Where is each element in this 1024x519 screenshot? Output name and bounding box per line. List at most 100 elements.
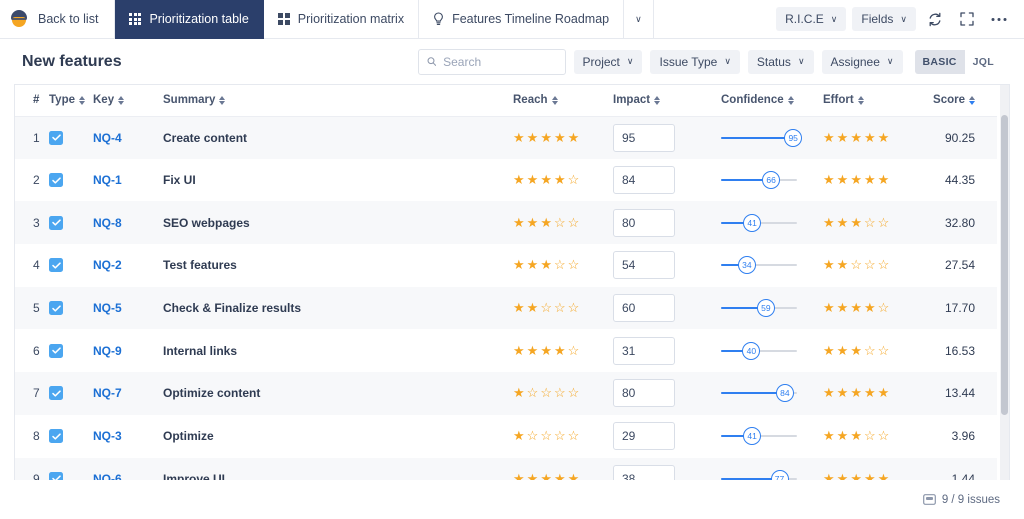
confidence-slider[interactable]: 34 bbox=[721, 255, 797, 275]
row-issue-key-link[interactable]: NQ-1 bbox=[93, 173, 122, 187]
row-effort-stars[interactable]: ★ ★ ★ ☆ ☆ bbox=[823, 216, 889, 229]
sort-icon[interactable] bbox=[551, 95, 558, 105]
star-5[interactable]: ★ bbox=[568, 131, 580, 144]
star-1[interactable]: ★ bbox=[513, 344, 525, 357]
row-impact-input[interactable] bbox=[613, 166, 675, 195]
star-5[interactable]: ☆ bbox=[568, 429, 580, 442]
row-reach-stars[interactable]: ★ ★ ★ ☆ ☆ bbox=[513, 258, 579, 271]
star-3[interactable]: ★ bbox=[850, 429, 862, 442]
star-2[interactable]: ★ bbox=[527, 131, 539, 144]
query-mode-jql[interactable]: JQL bbox=[965, 50, 1002, 74]
row-reach-stars[interactable]: ★ ★ ★ ★ ★ bbox=[513, 472, 579, 480]
filter-status-dropdown[interactable]: Status ∨ bbox=[747, 49, 814, 74]
confidence-slider[interactable]: 66 bbox=[721, 170, 797, 190]
filter-project-dropdown[interactable]: Project ∨ bbox=[573, 49, 643, 74]
row-reach-stars[interactable]: ★ ☆ ☆ ☆ ☆ bbox=[513, 429, 579, 442]
star-2[interactable]: ★ bbox=[527, 173, 539, 186]
confidence-slider[interactable]: 77 bbox=[721, 469, 797, 480]
star-1[interactable]: ★ bbox=[513, 173, 525, 186]
sort-icon[interactable] bbox=[219, 95, 226, 105]
slider-thumb[interactable]: 66 bbox=[762, 171, 781, 190]
star-4[interactable]: ★ bbox=[864, 386, 876, 399]
row-type-checkbox[interactable] bbox=[49, 301, 63, 316]
star-3[interactable]: ★ bbox=[540, 258, 552, 271]
star-5[interactable]: ★ bbox=[568, 472, 580, 480]
table-row[interactable]: 7NQ-7Optimize content★☆☆☆☆84★★★★★13.44 bbox=[15, 372, 997, 415]
star-4[interactable]: ☆ bbox=[864, 216, 876, 229]
sort-icon[interactable] bbox=[118, 95, 125, 105]
tab-features-timeline-roadmap[interactable]: Features Timeline Roadmap bbox=[419, 0, 625, 39]
star-1[interactable]: ★ bbox=[513, 216, 525, 229]
table-row[interactable]: 1NQ-4Create content★★★★★95★★★★★90.25 bbox=[15, 116, 997, 159]
column-header-impact[interactable]: Impact bbox=[613, 85, 721, 117]
row-type-checkbox[interactable] bbox=[49, 258, 63, 273]
row-reach-stars[interactable]: ★ ★ ☆ ☆ ☆ bbox=[513, 301, 579, 314]
star-2[interactable]: ★ bbox=[527, 472, 539, 480]
row-impact-input[interactable] bbox=[613, 464, 675, 480]
table-row[interactable]: 5NQ-5Check & Finalize results★★☆☆☆59★★★★… bbox=[15, 286, 997, 330]
fullscreen-icon[interactable] bbox=[954, 6, 980, 32]
star-3[interactable]: ★ bbox=[850, 173, 862, 186]
star-1[interactable]: ★ bbox=[513, 301, 525, 314]
star-1[interactable]: ★ bbox=[823, 472, 835, 480]
table-row[interactable]: 6NQ-9Internal links★★★★☆40★★★☆☆16.53 bbox=[15, 329, 997, 372]
star-3[interactable]: ★ bbox=[850, 344, 862, 357]
star-3[interactable]: ★ bbox=[850, 386, 862, 399]
row-issue-key-link[interactable]: NQ-8 bbox=[93, 216, 122, 230]
more-horizontal-icon[interactable] bbox=[986, 6, 1012, 32]
row-effort-stars[interactable]: ★ ★ ★ ☆ ☆ bbox=[823, 429, 889, 442]
row-issue-key-link[interactable]: NQ-6 bbox=[93, 472, 122, 480]
star-4[interactable]: ☆ bbox=[554, 258, 566, 271]
star-3[interactable]: ★ bbox=[540, 131, 552, 144]
row-issue-key-link[interactable]: NQ-7 bbox=[93, 386, 122, 400]
sort-icon[interactable] bbox=[654, 95, 661, 105]
star-3[interactable]: ★ bbox=[850, 472, 862, 480]
row-type-checkbox[interactable] bbox=[49, 130, 63, 145]
star-1[interactable]: ★ bbox=[513, 472, 525, 480]
query-mode-basic[interactable]: BASIC bbox=[914, 49, 965, 74]
star-3[interactable]: ☆ bbox=[540, 429, 552, 442]
tab-prioritization-table[interactable]: Prioritization table bbox=[114, 0, 264, 39]
confidence-slider[interactable]: 41 bbox=[721, 426, 797, 446]
star-1[interactable]: ★ bbox=[823, 344, 835, 357]
column-header-summary[interactable]: Summary bbox=[163, 85, 513, 117]
star-5[interactable]: ★ bbox=[878, 386, 890, 399]
sort-icon[interactable] bbox=[79, 95, 85, 105]
confidence-slider[interactable]: 59 bbox=[721, 298, 797, 318]
scrollbar-thumb[interactable] bbox=[1001, 115, 1008, 415]
sort-icon[interactable] bbox=[787, 95, 794, 105]
slider-thumb[interactable]: 34 bbox=[737, 256, 756, 275]
star-3[interactable]: ☆ bbox=[850, 258, 862, 271]
star-1[interactable]: ★ bbox=[823, 173, 835, 186]
star-4[interactable]: ★ bbox=[864, 472, 876, 480]
tab-prioritization-matrix[interactable]: Prioritization matrix bbox=[264, 0, 420, 39]
row-issue-key-link[interactable]: NQ-2 bbox=[93, 258, 122, 272]
row-impact-input[interactable] bbox=[613, 294, 675, 323]
star-3[interactable]: ★ bbox=[540, 216, 552, 229]
row-effort-stars[interactable]: ★ ★ ★ ★ ★ bbox=[823, 472, 889, 480]
row-reach-stars[interactable]: ★ ★ ★ ★ ☆ bbox=[513, 344, 579, 357]
star-5[interactable]: ☆ bbox=[568, 258, 580, 271]
star-1[interactable]: ★ bbox=[823, 216, 835, 229]
star-1[interactable]: ★ bbox=[823, 258, 835, 271]
star-4[interactable]: ★ bbox=[554, 472, 566, 480]
confidence-slider[interactable]: 95 bbox=[721, 128, 803, 148]
star-4[interactable]: ★ bbox=[864, 173, 876, 186]
star-2[interactable]: ☆ bbox=[527, 386, 539, 399]
star-3[interactable]: ★ bbox=[540, 472, 552, 480]
column-header-confidence[interactable]: Confidence bbox=[721, 85, 823, 117]
row-type-checkbox[interactable] bbox=[49, 429, 63, 444]
star-4[interactable]: ★ bbox=[864, 301, 876, 314]
star-5[interactable]: ☆ bbox=[568, 173, 580, 186]
confidence-slider[interactable]: 84 bbox=[721, 383, 797, 403]
star-1[interactable]: ★ bbox=[823, 131, 835, 144]
star-2[interactable]: ★ bbox=[837, 216, 849, 229]
row-issue-key-link[interactable]: NQ-3 bbox=[93, 429, 122, 443]
table-row[interactable]: 9NQ-6Improve UI★★★★★77★★★★★1.44 bbox=[15, 457, 997, 480]
tabs-overflow-dropdown[interactable]: ∨ bbox=[624, 0, 654, 39]
star-4[interactable]: ☆ bbox=[554, 386, 566, 399]
star-4[interactable]: ☆ bbox=[554, 216, 566, 229]
table-row[interactable]: 8NQ-3Optimize★☆☆☆☆41★★★☆☆3.96 bbox=[15, 415, 997, 458]
star-2[interactable]: ★ bbox=[837, 429, 849, 442]
star-1[interactable]: ★ bbox=[823, 301, 835, 314]
